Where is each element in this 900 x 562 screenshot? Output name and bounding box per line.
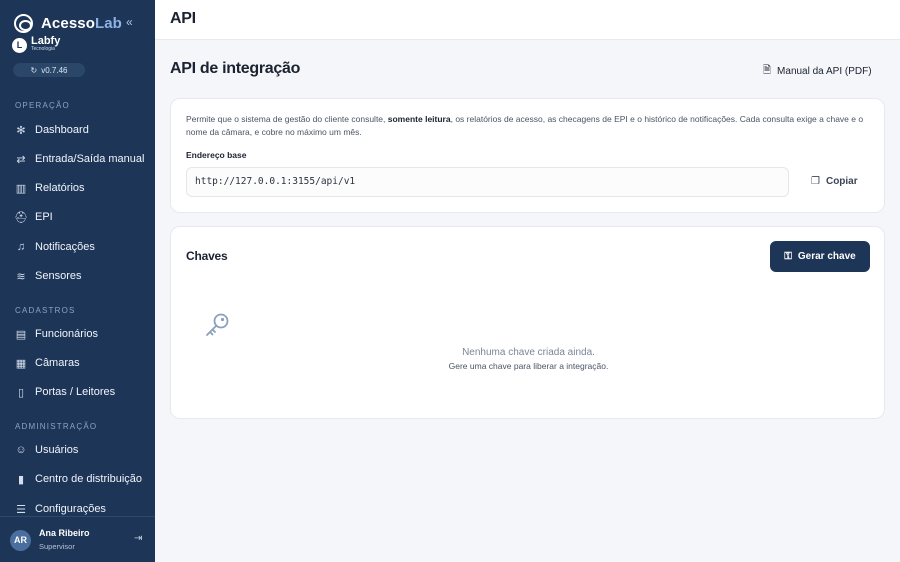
- empty-state-title: Nenhuma chave criada ainda.: [462, 347, 595, 358]
- user-name: Ana Ribeiro: [39, 528, 90, 538]
- key-icon: ⚿: [784, 251, 792, 262]
- partner-logo-icon: L: [12, 37, 27, 53]
- section-label-administracao: ADMINISTRAÇÃO: [15, 422, 98, 431]
- partner-logo: L Labfy Tecnologia: [12, 35, 61, 53]
- section-label-cadastros: CADASTROS: [15, 306, 76, 315]
- sidebar-item-centro-distribuicao[interactable]: ▮ Centro de distribuição: [15, 473, 142, 486]
- brand-name: AcessoLab: [41, 15, 122, 32]
- sidebar-item-sensores[interactable]: ≋ Sensores: [15, 270, 81, 283]
- sidebar-item-entrada-saida[interactable]: ⇄ Entrada/Saída manual: [15, 153, 144, 166]
- base-url-label: Endereço base: [186, 150, 247, 160]
- sidebar-item-portas-leitores[interactable]: ▯ Portas / Leitores: [15, 386, 115, 399]
- logout-icon[interactable]: ⇥: [134, 533, 142, 544]
- user-profile: AR Ana Ribeiro Supervisor ⇥: [0, 516, 155, 562]
- integration-card: Permite que o sistema de gestão do clien…: [170, 98, 885, 213]
- empty-key-icon: [206, 313, 229, 336]
- user-role: Supervisor: [39, 542, 75, 551]
- integration-description: Permite que o sistema de gestão do clien…: [186, 114, 864, 137]
- copy-icon: ❐: [811, 176, 820, 187]
- sidebar-item-camaras[interactable]: ▦ Câmaras: [15, 357, 80, 370]
- building-icon: ▮: [17, 473, 25, 486]
- sidebar: AcessoLab « L Labfy Tecnologia ↻ v0.7.46…: [0, 0, 155, 562]
- helmet-icon: ⛑: [14, 211, 28, 224]
- collapse-sidebar-icon[interactable]: «: [126, 15, 133, 29]
- bar-chart-icon: ▥: [15, 182, 27, 195]
- sidebar-item-usuarios[interactable]: ☺ Usuários: [15, 444, 78, 456]
- keys-card: Chaves ⚿ Gerar chave Nenhuma chave criad…: [170, 226, 885, 419]
- sidebar-item-funcionarios[interactable]: ▤ Funcionários: [15, 328, 98, 341]
- manual-pdf-link[interactable]: 🗎 Manual da API (PDF): [763, 63, 872, 80]
- sliders-icon: ☰: [16, 503, 26, 516]
- copy-button[interactable]: ❐ Copiar: [811, 176, 858, 187]
- users-icon: ☺: [15, 444, 27, 456]
- avatar[interactable]: AR: [10, 530, 31, 551]
- refresh-icon: ↻: [30, 65, 38, 75]
- topbar: API: [155, 0, 900, 40]
- section-label-operacao: OPERAÇÃO: [15, 101, 70, 110]
- door-icon: ▯: [17, 386, 25, 399]
- empty-state-subtitle: Gere uma chave para liberar a integração…: [448, 361, 609, 371]
- sidebar-item-dashboard[interactable]: ✻ Dashboard: [15, 124, 88, 137]
- topbar-title: API: [170, 10, 196, 27]
- keys-title: Chaves: [186, 249, 228, 263]
- base-url-field[interactable]: http://127.0.0.1:3155/api/v1: [186, 167, 789, 197]
- swap-arrows-icon: ⇄: [16, 153, 26, 166]
- sidebar-item-notificacoes[interactable]: ♫ Notificações: [15, 241, 95, 253]
- camera-icon: ▦: [15, 357, 27, 370]
- dashboard-icon: ✻: [16, 124, 26, 137]
- version-badge: ↻ v0.7.46: [13, 63, 85, 77]
- id-card-icon: ▤: [15, 328, 27, 341]
- sidebar-item-relatorios[interactable]: ▥ Relatórios: [15, 182, 85, 195]
- sidebar-item-epi[interactable]: ⛑ EPI: [14, 211, 53, 224]
- brand-logo-icon: [14, 14, 33, 33]
- wifi-icon: ≋: [16, 270, 26, 283]
- document-icon: 🗎: [763, 65, 772, 76]
- generate-key-button[interactable]: ⚿ Gerar chave: [770, 241, 870, 272]
- partner-name: Labfy: [31, 35, 61, 47]
- brand-logo[interactable]: AcessoLab: [14, 14, 122, 33]
- page-title: API de integração: [170, 60, 301, 77]
- sidebar-item-configuracoes[interactable]: ☰ Configurações: [15, 503, 106, 516]
- bell-icon: ♫: [16, 241, 26, 253]
